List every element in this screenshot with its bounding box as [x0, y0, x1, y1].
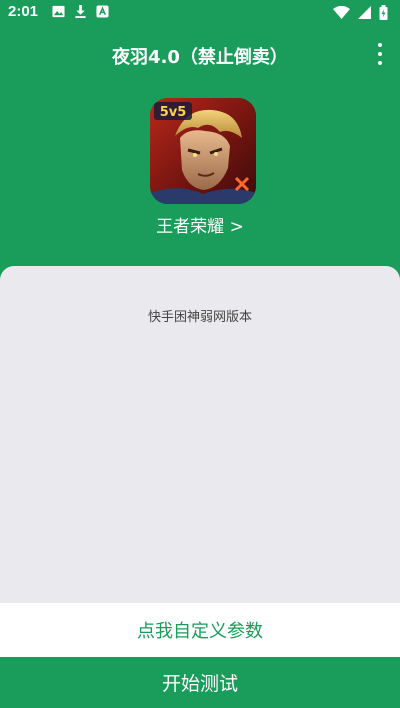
app-bar: 夜羽4.0（禁止倒卖）	[0, 26, 400, 86]
battery-icon	[379, 5, 388, 20]
status-time: 2:01	[8, 3, 39, 20]
image-icon	[52, 5, 65, 18]
game-selector[interactable]: 王者荣耀 >	[0, 212, 400, 237]
version-label: 快手困神弱网版本	[147, 310, 252, 325]
app-title: 夜羽4.0（禁止倒卖）	[112, 47, 288, 68]
start-test-button[interactable]: 开始测试	[0, 657, 400, 708]
custom-params-button[interactable]: 点我自定义参数	[0, 603, 400, 657]
signal-icon	[358, 6, 371, 19]
game-name: 王者荣耀 >	[156, 217, 244, 237]
download-icon	[75, 5, 86, 18]
status-icons-right	[333, 5, 388, 20]
wifi-icon	[333, 6, 350, 19]
hero-artwork: 5v5	[150, 98, 256, 204]
status-bar: 2:01	[0, 0, 400, 26]
more-vert-icon[interactable]	[372, 40, 388, 68]
status-icons-left	[52, 5, 109, 18]
app-notification-icon	[96, 5, 109, 18]
content-panel: 快手困神弱网版本	[0, 266, 400, 606]
game-icon-badge: 5v5	[160, 105, 187, 120]
game-icon[interactable]: 5v5	[150, 98, 256, 204]
